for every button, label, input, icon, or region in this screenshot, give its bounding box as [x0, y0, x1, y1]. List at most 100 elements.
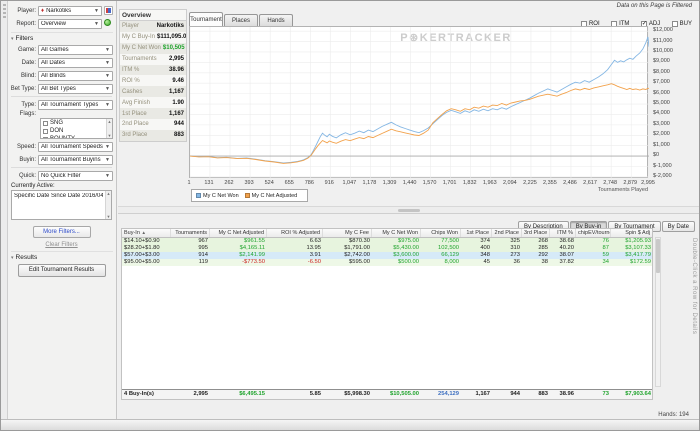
- filters-section-header[interactable]: ▾ Filters: [11, 32, 113, 42]
- table-cell: $28.20+$1.80: [124, 245, 160, 251]
- y-tick-label: $9,000: [653, 58, 670, 65]
- column-header-buy-in[interactable]: Buy-In ▲: [122, 229, 171, 237]
- results-section-header[interactable]: ▾ Results: [11, 251, 113, 261]
- overview-stats-list: PlayerNarkotiksMy C Buy-In$111,095.00My …: [120, 21, 186, 141]
- chevron-down-icon: ▼: [105, 156, 110, 163]
- column-header-chips-won[interactable]: Chips Won: [421, 229, 461, 237]
- player-select[interactable]: ♦ Narkotiks ▼: [38, 5, 102, 16]
- checkbox-icon[interactable]: [43, 136, 48, 138]
- pokertracker-window: Player: ♦ Narkotiks ▼ Report: Overview ▼…: [0, 0, 700, 431]
- table-cell: 914: [198, 252, 208, 258]
- by-date-button[interactable]: By Date: [661, 221, 695, 232]
- table-row[interactable]: $28.20+$1.80 995 $4,165.11 13.95 $1,791.00 $5…: [122, 245, 652, 252]
- column-header-my-c-net-won[interactable]: My C Net Won: [372, 229, 421, 237]
- splitter-grip-icon[interactable]: [2, 4, 6, 18]
- column-header-my-c-net-adjusted[interactable]: My C Net Adjusted: [210, 229, 267, 237]
- checkbox-icon[interactable]: [43, 128, 48, 134]
- table-cell: 66,129: [441, 252, 459, 258]
- flag-item-bounty[interactable]: BOUNTY: [41, 135, 112, 138]
- table-cell: $1,791.00: [344, 245, 370, 251]
- table-cell: $95.00+$5.00: [124, 259, 160, 265]
- stat-value: 9.46: [172, 77, 184, 84]
- grid-header-row: Buy-In ▲ Tournaments My C Net Adjusted ROI …: [122, 229, 652, 238]
- tab-tournament[interactable]: Tournament: [189, 12, 223, 26]
- stat-label: 1st Place: [122, 110, 147, 117]
- flags-listbox[interactable]: SNG DON BOUNTY ▲ ▼: [40, 118, 113, 139]
- table-cell: 38: [541, 259, 548, 265]
- grid-scrollbar[interactable]: [655, 237, 661, 387]
- column-header-1st-place[interactable]: 1st Place: [461, 229, 492, 237]
- group-by-toolbar: By Description By Buy-in By Tournament By D…: [517, 215, 695, 232]
- clear-filters-link[interactable]: Clear Filters: [10, 242, 113, 248]
- edit-tournament-results-button[interactable]: Edit Tournament Results: [17, 264, 106, 277]
- table-cell: $870.30: [349, 238, 370, 244]
- tab-places[interactable]: Places: [224, 14, 258, 26]
- flag-label: SNG: [50, 120, 64, 126]
- flag-item-don[interactable]: DON: [41, 127, 112, 135]
- table-row[interactable]: $95.00+$5.00 119 -$773.50 -6.50 $595.00 $500.…: [122, 259, 652, 266]
- column-header-chipev-tourney[interactable]: chipEV/tourney: [576, 229, 611, 237]
- stat-label: My C Buy-In: [122, 34, 156, 41]
- table-row[interactable]: $57.00+$3.00 914 $2,141.99 3.91 $2,742.00 $3,…: [122, 252, 652, 259]
- active-box-scrollbar[interactable]: ▲ ▼: [105, 191, 111, 219]
- y-tick-label: $11,000: [653, 37, 673, 44]
- legend-item-net-adjusted: My C Net Adjusted: [244, 192, 298, 199]
- table-cell: $961.55: [244, 238, 265, 244]
- summary-cell: 1,167: [475, 391, 490, 397]
- summary-cell: 883: [538, 391, 548, 397]
- column-header-2nd-place[interactable]: 2nd Place: [492, 229, 522, 237]
- table-cell: 37.82: [559, 259, 574, 265]
- scroll-up-icon[interactable]: ▲: [107, 191, 111, 196]
- horizontal-splitter[interactable]: [118, 206, 699, 214]
- results-grid: Buy-In ▲ Tournaments My C Net Adjusted ROI …: [121, 228, 653, 400]
- player-label: Player:: [17, 7, 36, 14]
- table-cell: 3.91: [309, 252, 321, 258]
- type-label: Type:: [21, 101, 36, 108]
- game-select[interactable]: All Games ▼: [38, 44, 113, 55]
- bet-type-select[interactable]: All Bet Types ▼: [38, 83, 113, 94]
- column-header-my-c-fee[interactable]: My C Fee: [323, 229, 372, 237]
- splitter-handle-icon[interactable]: [397, 209, 420, 212]
- scroll-down-icon[interactable]: ▼: [107, 133, 112, 138]
- tab-hands[interactable]: Hands: [259, 14, 293, 26]
- table-cell: $3,107.33: [625, 245, 651, 251]
- stat-value: 944: [173, 121, 184, 128]
- report-select[interactable]: Overview ▼: [38, 18, 102, 29]
- y-tick-label: $-2,000: [653, 172, 672, 179]
- sidebar-collapse-strip[interactable]: [1, 1, 8, 419]
- flags-label: Flags:: [19, 111, 36, 117]
- blind-select[interactable]: All Blinds ▼: [38, 70, 113, 81]
- scrollbar-thumb[interactable]: [656, 239, 660, 273]
- player-icon: ♦: [41, 7, 45, 14]
- flag-item-sng[interactable]: SNG: [41, 119, 112, 127]
- currently-active-box[interactable]: Specific Date Since Date 2016/04/03 ▲ ▼: [11, 190, 112, 220]
- flags-scrollbar[interactable]: ▲ ▼: [106, 119, 112, 138]
- checkbox-icon[interactable]: [43, 120, 48, 126]
- scroll-up-icon[interactable]: ▲: [108, 119, 112, 124]
- quick-filter-select[interactable]: No Quick Filter ▼: [38, 170, 113, 181]
- player-manager-icon[interactable]: [104, 6, 113, 15]
- chevron-down-icon: ▼: [105, 46, 110, 53]
- filtered-data-note: Data on this Page is Filtered: [616, 3, 692, 9]
- table-row[interactable]: $14.10+$0.90 967 $961.55 6.63 $870.30 $975.00…: [122, 238, 652, 245]
- y-tick-label: $2,000: [653, 131, 670, 138]
- column-header-spin-adj[interactable]: Spin $ Adj: [611, 229, 652, 237]
- date-label: Date:: [21, 59, 36, 66]
- results-section: By Description By Buy-in By Tournament By D…: [118, 214, 699, 419]
- column-header-tournaments[interactable]: Tournaments: [171, 229, 210, 237]
- column-header-3rd-place[interactable]: 3rd Place: [522, 229, 550, 237]
- chart-plot-area: [190, 27, 649, 179]
- divider: [11, 96, 112, 97]
- table-cell: $172.59: [630, 259, 651, 265]
- column-header-itm-[interactable]: ITM %: [550, 229, 576, 237]
- date-select-value: All Dates: [41, 59, 66, 66]
- tournament-type-select[interactable]: All Tournament Types ▼: [38, 99, 113, 110]
- speed-select[interactable]: All Tournament Speeds ▼: [38, 141, 113, 152]
- column-header-roi-adjusted[interactable]: ROI % Adjusted: [267, 229, 323, 237]
- buyin-select[interactable]: All Tournament Buyins ▼: [38, 154, 113, 165]
- more-filters-button[interactable]: More Filters...: [32, 226, 91, 238]
- legend-label: My C Net Adjusted: [251, 192, 298, 199]
- scroll-down-icon[interactable]: ▼: [106, 214, 111, 219]
- date-select[interactable]: All Dates ▼: [38, 57, 113, 68]
- overview-stat-row: 3rd Place 883: [120, 129, 186, 141]
